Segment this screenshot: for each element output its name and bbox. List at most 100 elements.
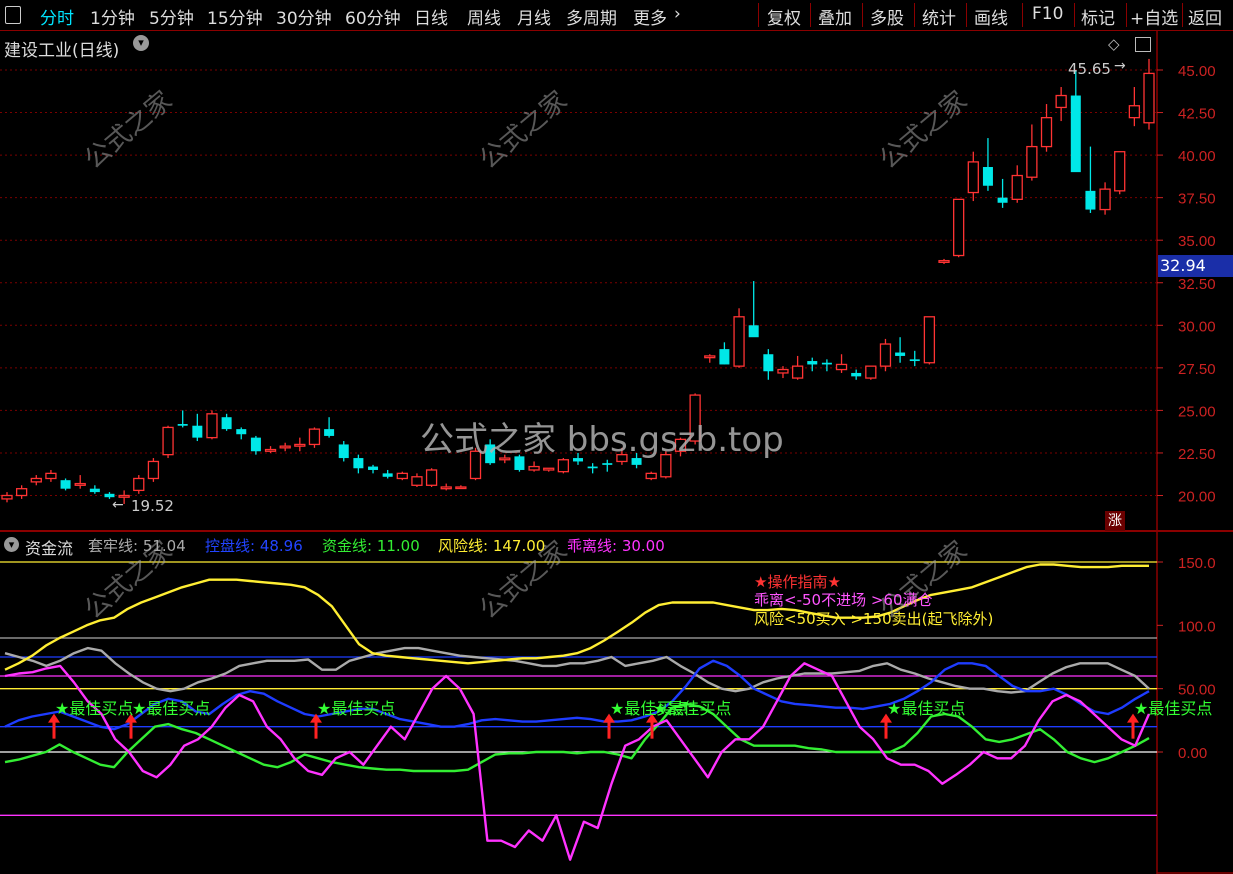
candle-body [206,413,218,439]
candle-body [704,355,716,359]
candle-body [953,198,965,257]
tab-monthly[interactable]: 月线 [517,4,551,29]
indicator-tick-label: 100.0 [1178,618,1216,635]
chevron-right-icon[interactable]: › [674,4,681,24]
candle-body [1099,188,1111,211]
price-tick-label: 32.50 [1178,276,1216,293]
price-tick-label: 35.00 [1178,233,1216,250]
tab-15min[interactable]: 15分钟 [207,4,263,29]
candle-body [1070,95,1081,173]
tab-multi-period[interactable]: 多周期 [566,4,617,29]
candle-body [923,316,936,364]
candle-body [1011,174,1023,201]
arrow-right-icon: → [1114,58,1126,74]
candle-body [221,417,232,430]
buy-point-label: ★最佳买点 [887,699,966,718]
tab-daily[interactable]: 日线 [414,4,448,29]
candle-body [147,460,160,480]
statistics-button[interactable]: 统计 [922,4,956,29]
tab-30min[interactable]: 30分钟 [276,4,332,29]
candle-body [1040,117,1053,148]
mark-button[interactable]: 标记 [1081,4,1115,29]
draw-line-button[interactable]: 画线 [974,4,1008,29]
candle-body [777,368,789,374]
tab-more[interactable]: 更多 [633,4,667,29]
price-tick-label: 22.50 [1178,446,1216,463]
candle-body [250,437,261,452]
candle-body [748,325,759,338]
candle-body [425,469,438,486]
tab-weekly[interactable]: 周线 [467,4,501,29]
indicator-tick-label: 150.0 [1178,555,1216,572]
price-tick-label: 37.50 [1178,191,1216,208]
candle-body [162,426,174,456]
price-tick-label: 42.50 [1178,106,1216,123]
toolbar: 分时 1分钟 5分钟 15分钟 30分钟 60分钟 日线 周线 月线 多周期 更… [0,0,1233,31]
price-tick-label: 45.00 [1178,63,1216,80]
candle-body [821,362,832,365]
candle-body [133,477,145,492]
current-price-badge: 32.94 [1158,255,1233,277]
indicator-value-taolao: 套牢线: 51.04 [88,537,186,555]
back-button[interactable]: 返回 [1188,4,1222,29]
candle-body [587,466,598,469]
diamond-icon[interactable]: ◇ [1108,35,1120,53]
candle-body [382,473,393,477]
f10-button[interactable]: F10 [1032,4,1063,24]
candle-body [895,352,906,356]
panel-toggle-icon[interactable] [1135,37,1151,52]
candle-body [353,458,364,469]
candle-body [719,349,730,365]
candle-body [733,316,745,367]
candle-body [851,372,862,377]
candle-body [455,486,467,490]
candle-body [528,465,540,471]
menu-icon[interactable] [5,6,21,24]
indicator-name: 资金流 [25,539,74,558]
zhang-badge: 涨 [1105,511,1125,531]
candle-body [324,429,335,436]
candle-body [264,448,277,452]
candle-body [967,161,979,194]
buy-point-label: ★最佳买点 [317,699,396,718]
add-watchlist-button[interactable]: +自选 [1130,4,1178,29]
candle-body [74,482,86,486]
candle-body [1114,151,1126,192]
candle-body [411,476,423,486]
candle-body [938,259,950,263]
buy-point-label: ★最佳买点 [132,699,211,718]
candle-body [338,444,349,459]
tab-60min[interactable]: 60分钟 [345,4,401,29]
indicator-value-kongpan: 控盘线: 48.96 [205,537,303,555]
indicator-value-guaili: 乖离线: 30.00 [567,537,665,555]
candle-body [645,472,657,480]
chevron-down-icon[interactable]: ▾ [4,537,19,552]
candle-body [308,428,321,446]
series-line [4,646,1150,694]
tab-5min[interactable]: 5分钟 [149,4,194,29]
center-watermark: 公式之家 bbs.gszb.top [420,420,784,460]
multi-stock-button[interactable]: 多股 [870,4,904,29]
candle-body [791,365,804,379]
candle-body [763,354,774,372]
overlay-button[interactable]: 叠加 [818,4,852,29]
fuquan-button[interactable]: 复权 [767,4,801,29]
candle-body [997,197,1008,203]
candle-body [835,363,848,371]
candle-body [807,361,818,365]
indicator-value-zijin: 资金线: 11.00 [322,537,420,555]
candle-body [879,343,892,367]
candle-body [1055,94,1067,109]
tab-fenshi[interactable]: 分时 [40,4,74,29]
price-tick-label: 25.00 [1178,403,1216,420]
guide-line-2: 风险<50买入 >150卖出(起飞除外) [754,610,994,628]
candle-body [45,472,57,480]
candle-body [543,467,555,471]
tab-1min[interactable]: 1分钟 [90,4,135,29]
price-tick-label: 40.00 [1178,148,1216,165]
indicator-tick-label: 0.00 [1178,745,1207,762]
candle-body [1026,145,1038,178]
chevron-down-icon[interactable]: ▾ [133,35,149,51]
candle-body [294,443,306,447]
candle-body [865,365,877,379]
